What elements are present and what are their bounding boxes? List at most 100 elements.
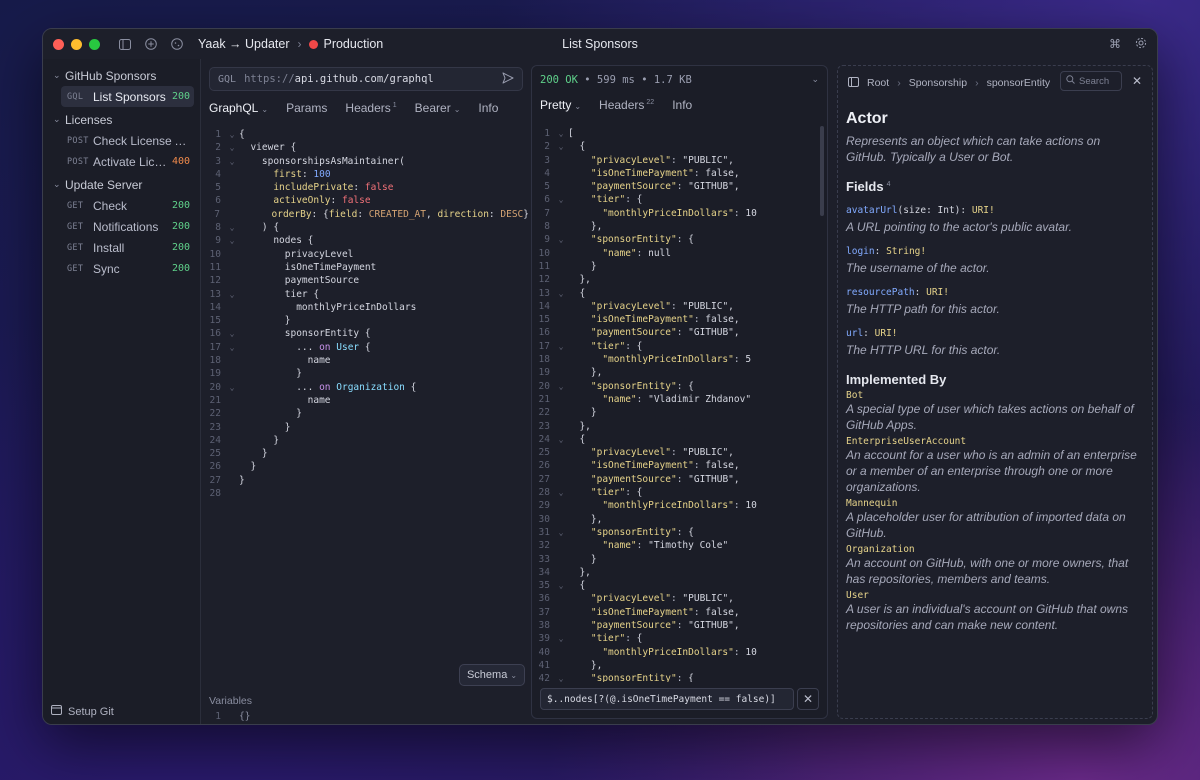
implementing-type-link[interactable]: Organization — [846, 544, 1140, 555]
code-text: "monthlyPriceInDollars": 5 — [602, 354, 752, 366]
fold-chevron-icon[interactable]: ⌄ — [554, 380, 568, 393]
close-window-button[interactable] — [53, 38, 64, 50]
code-text: "sponsorEntity": { — [590, 380, 694, 392]
docs-search-input[interactable]: Search — [1060, 71, 1122, 91]
response-scrollbar[interactable] — [820, 126, 824, 216]
implementing-type-link[interactable]: EnterpriseUserAccount — [846, 436, 1140, 447]
fold-gutter — [554, 247, 568, 260]
sidebar-folder[interactable]: ⌄ Licenses — [43, 109, 200, 130]
tab-headers[interactable]: Headers 1 — [345, 101, 396, 115]
gear-icon[interactable] — [1135, 37, 1147, 52]
workspace-name[interactable]: Yaak → Updater — [198, 37, 289, 51]
new-request-icon[interactable] — [144, 37, 158, 51]
code-line: 19 }, — [532, 366, 827, 379]
fold-chevron-icon[interactable]: ⌄ — [554, 632, 568, 645]
command-palette-icon[interactable]: ⌘ — [1109, 37, 1121, 52]
tab-info[interactable]: Info — [672, 98, 692, 112]
tab-params[interactable]: Params — [286, 101, 327, 115]
url-bar[interactable]: GQL https:// api.github.com/graphql — [209, 67, 523, 91]
chevron-down-icon[interactable]: ⌄ — [811, 74, 819, 85]
fold-chevron-icon[interactable]: ⌄ — [554, 127, 568, 140]
tab-bearer[interactable]: Bearer ⌄ — [415, 101, 461, 115]
implementing-type-description: An account for a user who is an admin of… — [846, 448, 1137, 494]
sidebar-request-item[interactable]: GET Install 200 — [61, 237, 194, 258]
graphql-editor[interactable]: 1 ⌄{2 ⌄ viewer {3 ⌄ sponsorshipsAsMaintaine… — [203, 128, 529, 500]
minimize-window-button[interactable] — [71, 38, 82, 50]
fold-chevron-icon[interactable]: ⌄ — [554, 433, 568, 446]
sidebar-folder[interactable]: ⌄ Update Server — [43, 174, 200, 195]
sidebar-request-item[interactable]: POST Check License A... — [61, 130, 194, 151]
sidebar-request-item[interactable]: GET Notifications 200 — [61, 216, 194, 237]
tab-pretty[interactable]: Pretty ⌄ — [540, 98, 581, 112]
fold-gutter — [225, 301, 239, 314]
close-docs-icon[interactable]: ✕ — [1132, 74, 1142, 88]
fold-chevron-icon[interactable]: ⌄ — [225, 128, 239, 141]
tab-info[interactable]: Info — [478, 101, 498, 115]
code-text: } — [239, 408, 302, 420]
cookie-icon[interactable] — [170, 37, 184, 51]
send-icon[interactable] — [502, 72, 514, 87]
schema-field[interactable]: login: String! The username of the actor. — [846, 246, 1140, 276]
code-line: 9 ⌄ "sponsorEntity": { — [532, 233, 827, 246]
schema-field[interactable]: resourcePath: URI! The HTTP path for this… — [846, 287, 1140, 317]
breadcrumb-sponsorship[interactable]: Sponsorship — [909, 77, 967, 89]
fold-chevron-icon[interactable]: ⌄ — [225, 221, 239, 234]
code-text: }, — [568, 367, 603, 379]
fold-chevron-icon[interactable]: ⌄ — [554, 287, 568, 300]
breadcrumb-root[interactable]: Root — [867, 77, 889, 89]
fold-chevron-icon[interactable]: ⌄ — [554, 340, 568, 353]
sidebar-request-item[interactable]: GET Check 200 — [61, 195, 194, 216]
implementing-type-link[interactable]: User — [846, 590, 1140, 601]
git-icon — [51, 705, 62, 718]
code-text: { — [568, 141, 586, 153]
fold-chevron-icon[interactable]: ⌄ — [554, 140, 568, 153]
line-number: 5 — [544, 181, 550, 193]
response-body[interactable]: 1 ⌄[2 ⌄ {3 "privacyLevel": "PUBLIC", 4 "isO… — [532, 127, 827, 682]
jsonpath-filter-input[interactable]: $..nodes[?(@.isOneTimePayment == false)] — [540, 688, 794, 710]
implementing-type-link[interactable]: Bot — [846, 390, 1140, 401]
implementing-type-link[interactable]: Mannequin — [846, 498, 1140, 509]
code-text: "tier": { — [590, 194, 643, 206]
field-type[interactable]: URI! — [875, 328, 898, 339]
setup-git-button[interactable]: Setup Git — [51, 705, 114, 718]
fold-chevron-icon[interactable]: ⌄ — [225, 155, 239, 168]
fold-chevron-icon[interactable]: ⌄ — [554, 526, 568, 539]
fold-gutter — [225, 367, 239, 380]
fold-gutter — [554, 459, 568, 472]
field-type[interactable]: URI! — [926, 287, 949, 298]
request-method[interactable]: GQL — [218, 74, 236, 85]
fold-chevron-icon[interactable]: ⌄ — [554, 672, 568, 682]
fold-chevron-icon[interactable]: ⌄ — [225, 327, 239, 340]
fold-chevron-icon[interactable]: ⌄ — [225, 341, 239, 354]
fold-chevron-icon[interactable]: ⌄ — [225, 234, 239, 247]
field-description: The HTTP path for this actor. — [846, 302, 1000, 316]
environment-selector[interactable]: Production — [309, 37, 383, 51]
fold-chevron-icon[interactable]: ⌄ — [225, 381, 239, 394]
code-line: 6 ⌄ "tier": { — [532, 193, 827, 206]
schema-field[interactable]: url: URI! The HTTP URL for this actor. — [846, 328, 1140, 358]
field-type[interactable]: URI! — [972, 205, 995, 216]
schema-button[interactable]: Schema ⌄ — [459, 664, 525, 686]
tab-graphql[interactable]: GraphQL ⌄ — [209, 101, 268, 115]
fold-chevron-icon[interactable]: ⌄ — [554, 233, 568, 246]
field-type[interactable]: String! — [886, 246, 926, 257]
variables-editor[interactable]: 1{} — [203, 710, 250, 723]
sidebar-folder[interactable]: ⌄ GitHub Sponsors — [43, 65, 200, 86]
fold-chevron-icon[interactable]: ⌄ — [554, 486, 568, 499]
sidebar-request-item[interactable]: GET Sync 200 — [61, 258, 194, 279]
sidebar-request-item[interactable]: POST Activate Lice... 400 — [61, 151, 194, 172]
sidebar-toggle-icon[interactable] — [118, 37, 132, 51]
schema-field[interactable]: avatarUrl(size: Int): URI! A URL pointing… — [846, 205, 1140, 235]
sidebar-request-item[interactable]: GQL List Sponsors 200 — [61, 86, 194, 107]
maximize-window-button[interactable] — [89, 38, 100, 50]
fold-chevron-icon[interactable]: ⌄ — [554, 579, 568, 592]
url-input[interactable]: api.github.com/graphql — [295, 73, 434, 85]
line-number: 15 — [538, 314, 550, 326]
line-number: 35 — [538, 580, 550, 592]
fold-chevron-icon[interactable]: ⌄ — [554, 193, 568, 206]
fold-gutter — [554, 260, 568, 273]
fold-chevron-icon[interactable]: ⌄ — [225, 141, 239, 154]
tab-headers[interactable]: Headers 22 — [599, 98, 654, 112]
close-filter-icon[interactable]: ✕ — [797, 688, 819, 710]
fold-chevron-icon[interactable]: ⌄ — [225, 288, 239, 301]
